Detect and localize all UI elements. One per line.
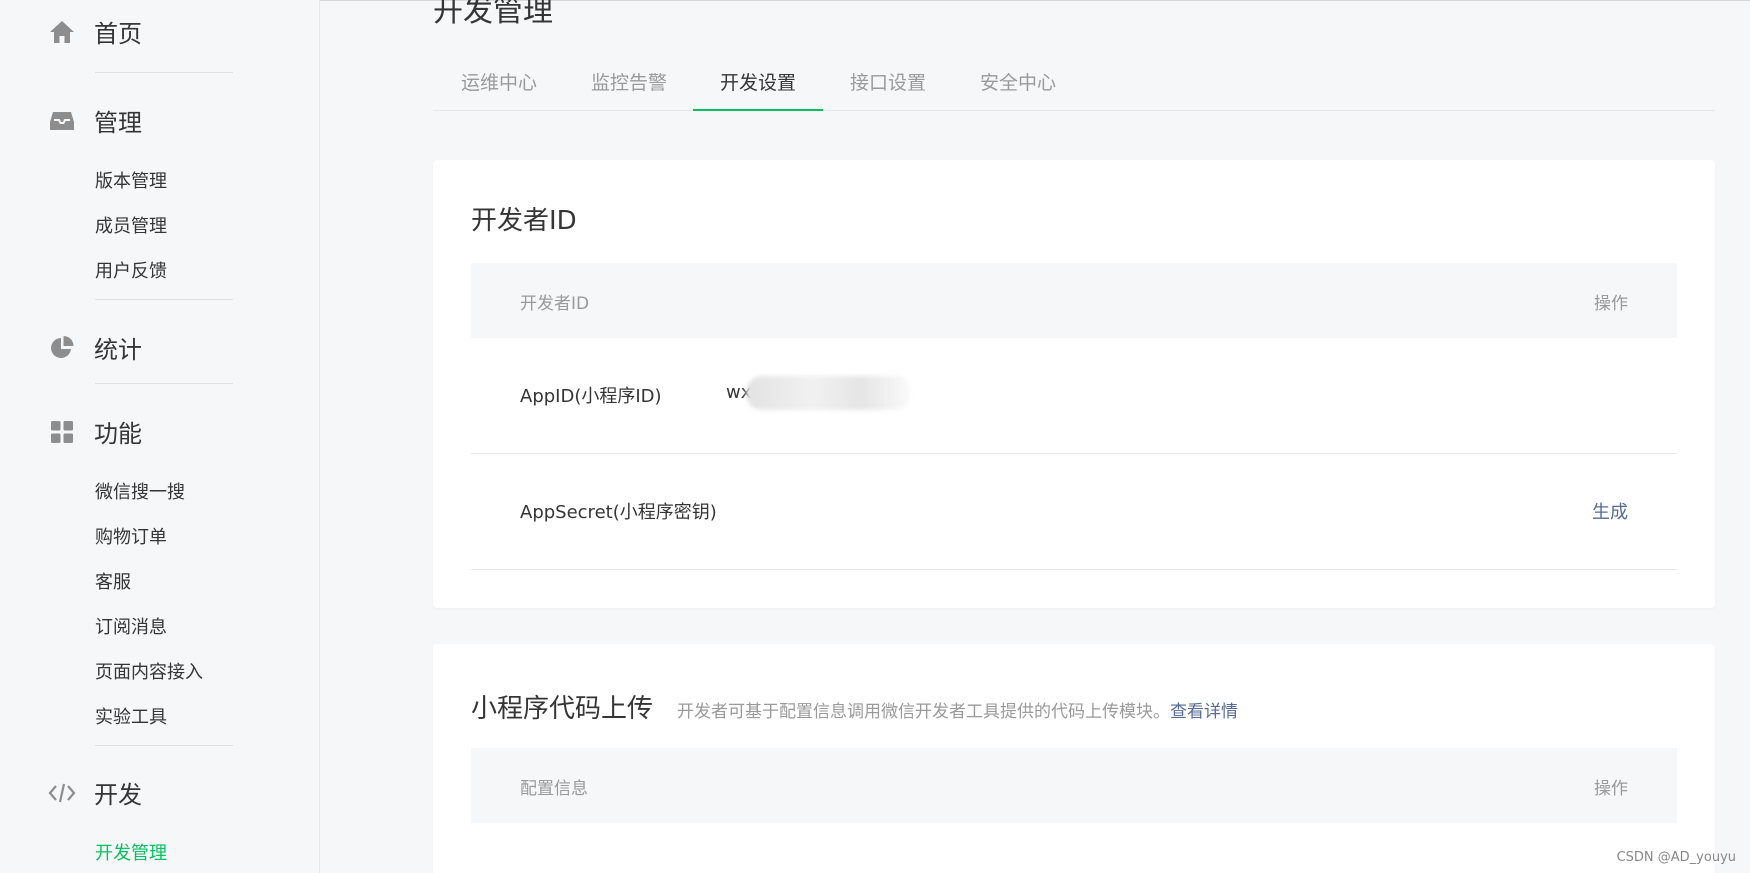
sidebar-item-members[interactable]: 成员管理 bbox=[95, 212, 167, 238]
divider bbox=[95, 383, 233, 384]
sidebar-item-experiment-tools[interactable]: 实验工具 bbox=[95, 703, 167, 729]
grid-icon bbox=[48, 418, 76, 446]
view-details-link[interactable]: 查看详情 bbox=[1170, 702, 1238, 722]
tab-api-settings[interactable]: 接口设置 bbox=[846, 66, 930, 111]
table-header: 配置信息 操作 bbox=[471, 748, 1677, 823]
table-row-appsecret: AppSecret(小程序密钥) 生成 bbox=[471, 454, 1677, 570]
tab-ops-center[interactable]: 运维中心 bbox=[458, 66, 540, 111]
upload-card-desc: 开发者可基于配置信息调用微信开发者工具提供的代码上传模块。查看详情 bbox=[677, 702, 1238, 722]
appsecret-label: AppSecret(小程序密钥) bbox=[520, 502, 717, 523]
tab-monitoring[interactable]: 监控告警 bbox=[587, 66, 671, 111]
nav-manage-label: 管理 bbox=[94, 109, 142, 137]
card-title: 开发者ID bbox=[471, 206, 577, 236]
code-upload-card: 小程序代码上传 开发者可基于配置信息调用微信开发者工具提供的代码上传模块。查看详情… bbox=[433, 644, 1715, 873]
divider bbox=[95, 299, 233, 300]
sidebar-item-page-content[interactable]: 页面内容接入 bbox=[95, 658, 203, 684]
nav-dev[interactable]: 开发 bbox=[48, 775, 248, 810]
nav-home[interactable]: 首页 bbox=[48, 14, 248, 49]
developer-id-card: 开发者ID 开发者ID 操作 AppID(小程序ID) wx AppSecret… bbox=[433, 160, 1715, 608]
header-col-config: 配置信息 bbox=[520, 779, 588, 799]
table-row-appid: AppID(小程序ID) wx bbox=[471, 338, 1677, 454]
tab-security-center[interactable]: 安全中心 bbox=[976, 66, 1060, 111]
nav-home-label: 首页 bbox=[94, 20, 142, 48]
sidebar-item-customer-service[interactable]: 客服 bbox=[95, 568, 131, 594]
sidebar-item-feedback[interactable]: 用户反馈 bbox=[95, 257, 167, 283]
appid-value[interactable]: wx bbox=[726, 376, 911, 410]
inbox-icon bbox=[48, 107, 76, 135]
tab-bar: 运维中心 监控告警 开发设置 接口设置 安全中心 bbox=[433, 66, 1715, 111]
divider bbox=[95, 745, 233, 746]
nav-features[interactable]: 功能 bbox=[48, 414, 248, 449]
nav-features-label: 功能 bbox=[94, 420, 142, 448]
nav-manage[interactable]: 管理 bbox=[48, 103, 248, 138]
upload-desc-text: 开发者可基于配置信息调用微信开发者工具提供的代码上传模块。 bbox=[677, 702, 1171, 722]
tab-dev-settings[interactable]: 开发设置 bbox=[693, 66, 823, 111]
header-col-dev-id: 开发者ID bbox=[520, 294, 590, 314]
nav-dev-label: 开发 bbox=[94, 781, 142, 809]
generate-secret-link[interactable]: 生成 bbox=[1592, 498, 1628, 524]
nav-stats-label: 统计 bbox=[94, 336, 142, 364]
sidebar-item-wechat-search[interactable]: 微信搜一搜 bbox=[95, 478, 185, 504]
divider bbox=[95, 72, 233, 73]
upload-card-title: 小程序代码上传 bbox=[471, 694, 654, 724]
home-icon bbox=[48, 18, 76, 46]
table-header: 开发者ID 操作 bbox=[471, 263, 1677, 338]
pie-chart-icon bbox=[48, 334, 76, 362]
redacted-blur bbox=[746, 376, 911, 410]
header-col-action: 操作 bbox=[1594, 779, 1628, 799]
code-icon bbox=[48, 779, 76, 807]
header-col-action: 操作 bbox=[1594, 294, 1628, 314]
card-title: 小程序代码上传 开发者可基于配置信息调用微信开发者工具提供的代码上传模块。查看详情 bbox=[471, 688, 1238, 725]
page-title: 开发管理 bbox=[433, 0, 553, 29]
sidebar: 首页 管理 版本管理 成员管理 用户反馈 统计 功能 微信搜一搜 购物订单 客服… bbox=[0, 0, 320, 873]
sidebar-item-subscribe-messages[interactable]: 订阅消息 bbox=[95, 613, 167, 639]
appid-label: AppID(小程序ID) bbox=[520, 386, 662, 407]
sidebar-item-version[interactable]: 版本管理 bbox=[95, 167, 167, 193]
sidebar-item-orders[interactable]: 购物订单 bbox=[95, 523, 167, 549]
sidebar-item-dev-management[interactable]: 开发管理 bbox=[95, 839, 167, 865]
nav-stats[interactable]: 统计 bbox=[48, 330, 248, 365]
watermark: CSDN @AD_youyu bbox=[1616, 850, 1736, 865]
